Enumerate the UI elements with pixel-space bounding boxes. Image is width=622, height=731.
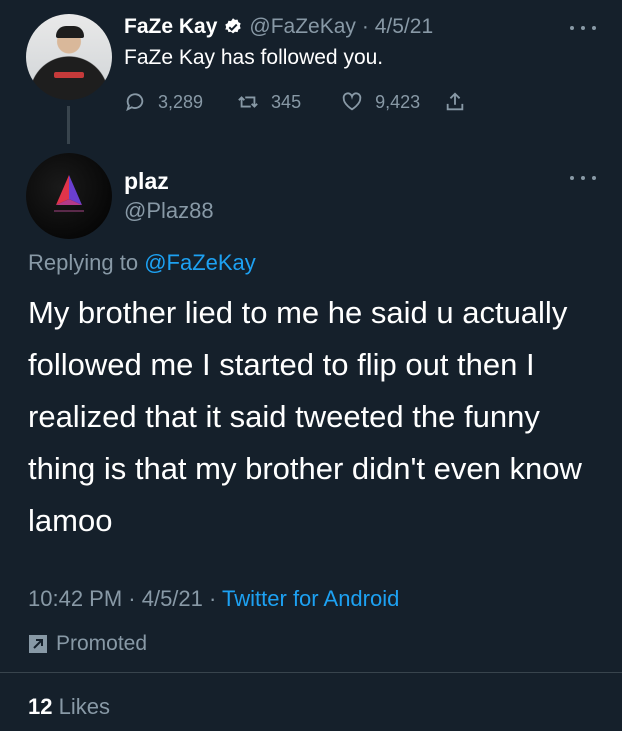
verified-badge-icon — [225, 18, 242, 34]
parent-more-icon[interactable] — [570, 26, 596, 34]
likes-count: 12 — [28, 694, 53, 719]
likes-label: Likes — [58, 694, 110, 719]
reply-handle[interactable]: @Plaz88 — [124, 198, 214, 224]
retweet-icon — [238, 96, 258, 108]
likes-summary[interactable]: 12 Likes — [28, 694, 110, 720]
tweet-meta: 10:42 PM · 4/5/21 · Twitter for Android — [28, 586, 399, 612]
parent-actions: 3,289 345 9,423 — [124, 86, 478, 118]
reply-icon — [126, 93, 144, 112]
tweet-timestamp[interactable]: 10:42 PM · 4/5/21 · — [28, 586, 222, 611]
parent-handle[interactable]: @FaZeKay — [249, 15, 356, 39]
replying-mention[interactable]: @FaZeKay — [144, 250, 256, 275]
replying-prefix: Replying to — [28, 250, 145, 275]
promoted-label: Promoted — [28, 632, 147, 656]
parent-header: FaZe Kay @FaZeKay · 4/5/21 — [124, 12, 433, 42]
retweet-action[interactable]: 345 — [237, 91, 301, 113]
promoted-text: Promoted — [56, 632, 148, 655]
parent-name[interactable]: FaZe Kay — [124, 15, 217, 39]
parent-text: FaZe Kay has followed you. — [124, 46, 384, 69]
tweet-source[interactable]: Twitter for Android — [222, 586, 399, 611]
reply-more-icon[interactable] — [570, 176, 596, 184]
thread-line — [67, 106, 70, 144]
divider — [0, 672, 622, 673]
like-action[interactable]: 9,423 — [341, 91, 420, 113]
reply-count: 3,289 — [158, 91, 204, 112]
parent-avatar[interactable] — [26, 14, 112, 100]
replying-to: Replying to @FaZeKay — [28, 250, 256, 276]
logo-triangle-icon — [54, 175, 84, 212]
reply-action[interactable]: 3,289 — [124, 91, 203, 113]
retweet-count: 345 — [271, 91, 302, 112]
reply-name[interactable]: plaz — [124, 168, 169, 195]
promoted-icon — [29, 635, 47, 653]
tweet-text: My brother lied to me he said u actually… — [28, 295, 582, 538]
like-icon — [342, 92, 362, 111]
like-count: 9,423 — [375, 91, 421, 112]
reply-avatar[interactable] — [26, 153, 112, 239]
share-icon — [446, 92, 464, 111]
share-action[interactable] — [444, 91, 478, 113]
parent-date[interactable]: · 4/5/21 — [362, 15, 433, 39]
